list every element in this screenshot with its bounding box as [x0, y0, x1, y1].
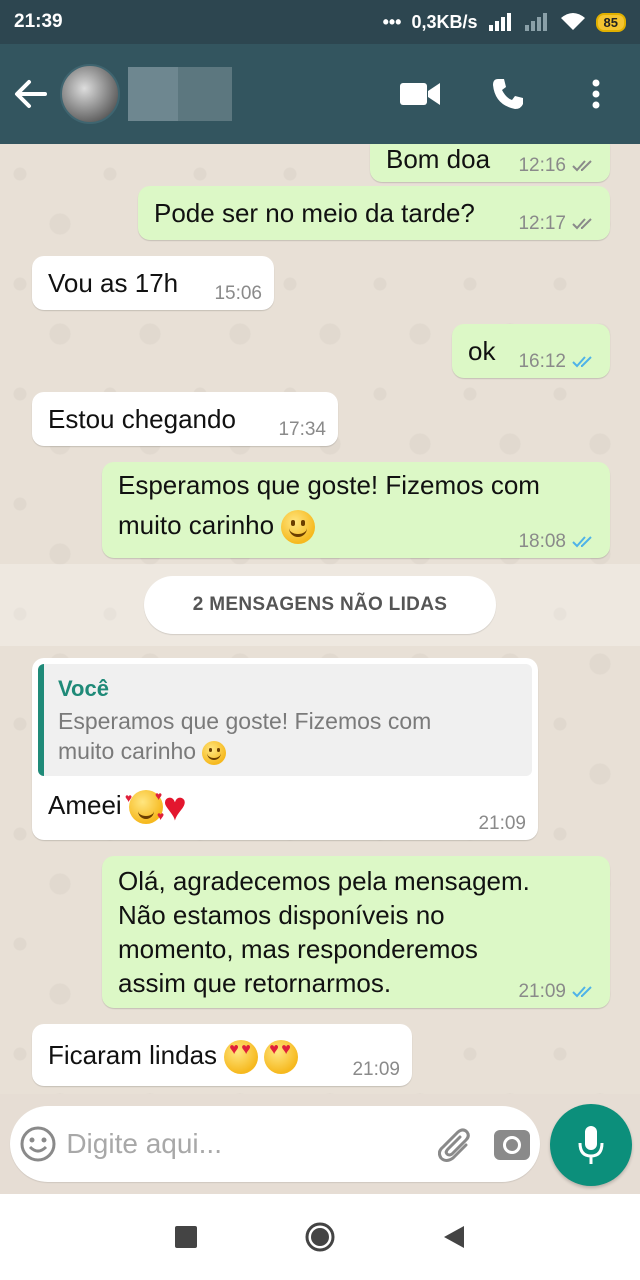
message-outgoing[interactable]: ok 16:12 [452, 324, 610, 378]
status-bar: 21:39 ••• 0,3KB/s 85 [0, 0, 640, 44]
back-arrow-icon [15, 80, 47, 108]
message-outgoing[interactable]: Olá, agradecemos pela mensagem. Não esta… [102, 856, 610, 1008]
quote-text: Esperamos que goste! Fizemos com muito c… [58, 708, 432, 765]
message-time: 18:08 [518, 531, 566, 552]
message-meta: 17:34 [278, 420, 326, 440]
smiling-face-with-hearts-emoji: ♥ ♥ ♥ [124, 789, 165, 825]
message-text-line: assim que retornarmos. [118, 968, 392, 998]
contact-name[interactable] [128, 67, 232, 121]
double-check-icon [572, 218, 592, 230]
home-button[interactable] [253, 1194, 387, 1280]
message-text: Ficaram lindas [32, 1038, 299, 1075]
red-heart-emoji: ♥ [162, 785, 187, 830]
more-options-button[interactable] [552, 44, 640, 144]
message-text: Estou chegando [48, 404, 236, 434]
heart-eyes-emoji [264, 1040, 299, 1075]
message-time: 21:09 [352, 1059, 400, 1080]
quoted-message[interactable]: Você Esperamos que goste! Fizemos com mu… [38, 664, 532, 776]
message-outgoing[interactable]: Pode ser no meio da tarde? 12:17 [138, 186, 610, 240]
network-speed: 0,3KB/s [411, 11, 478, 32]
message-time: 16:12 [518, 351, 566, 372]
message-text: ok [468, 336, 496, 366]
message-input[interactable] [66, 1128, 428, 1160]
message-meta: 15:06 [214, 284, 262, 304]
avatar[interactable] [60, 64, 120, 124]
message-input-box [10, 1106, 540, 1182]
attach-icon [438, 1128, 471, 1162]
double-check-icon [572, 160, 592, 172]
message-time: 15:06 [214, 283, 262, 304]
phone-call-button[interactable] [464, 44, 552, 144]
message-time: 12:16 [518, 155, 566, 176]
chat-header [0, 44, 640, 144]
chat-messages[interactable]: Bom doa 12:16 Pode ser no meio da tarde?… [0, 144, 640, 1094]
message-text-line: Esperamos que goste! Fizemos com [118, 470, 540, 500]
back-icon [444, 1226, 464, 1248]
message-outgoing[interactable]: Esperamos que goste! Fizemos com muito c… [102, 462, 610, 558]
mic-icon [578, 1126, 604, 1164]
message-text-line: Não estamos disponíveis no [118, 900, 445, 930]
message-meta: 21:09 [478, 814, 526, 834]
message-text: Ameei ♥ ♥ ♥ ♥ [48, 785, 187, 830]
battery-icon: 85 [595, 12, 626, 32]
message-text-line-2: muito carinho [118, 508, 540, 545]
home-icon [305, 1222, 335, 1252]
back-button-nav[interactable] [387, 1194, 521, 1280]
message-text: Olá, agradecemos pela mensagem. Não esta… [102, 864, 530, 1000]
message-incoming[interactable]: Estou chegando 17:34 [32, 392, 338, 446]
message-meta: 21:09 [352, 1060, 400, 1080]
smiling-face-emoji [202, 740, 227, 765]
back-button[interactable] [0, 44, 60, 144]
signal-icon [488, 13, 511, 31]
status-time: 21:39 [14, 11, 63, 32]
message-text-line: Olá, agradecemos pela mensagem. [118, 866, 530, 896]
message-time: 12:17 [518, 213, 566, 234]
double-check-read-icon [572, 986, 592, 998]
message-text-line: momento, mas responderemos [118, 934, 478, 964]
attach-button[interactable] [427, 1106, 483, 1182]
video-call-icon [400, 83, 440, 105]
emoji-icon [20, 1126, 56, 1162]
wifi-icon [560, 13, 585, 30]
message-time: 21:09 [518, 981, 566, 1002]
dots-icon: ••• [382, 11, 402, 32]
video-call-button[interactable] [376, 44, 464, 144]
message-incoming[interactable]: Ficaram lindas 21:09 [32, 1024, 412, 1086]
smiling-face-emoji [281, 510, 316, 545]
composer [0, 1094, 640, 1194]
camera-button[interactable] [484, 1106, 540, 1182]
message-text: Bom doa [386, 144, 491, 174]
double-check-read-icon [572, 356, 592, 368]
message-meta: 18:08 [518, 532, 598, 552]
recents-button[interactable] [119, 1194, 253, 1280]
message-time: 17:34 [278, 419, 326, 440]
message-outgoing[interactable]: Bom doa 12:16 [370, 144, 610, 182]
message-text: Vou as 17h [48, 268, 179, 298]
phone-icon [493, 79, 523, 109]
message-meta: 12:17 [518, 214, 598, 234]
message-incoming-reply[interactable]: Você Esperamos que goste! Fizemos com mu… [32, 658, 538, 840]
emoji-button[interactable] [10, 1106, 66, 1182]
camera-icon [493, 1130, 530, 1160]
double-check-read-icon [572, 536, 592, 548]
more-vertical-icon [592, 79, 600, 109]
unread-messages-divider: 2 MENSAGENS NÃO LIDAS [144, 576, 496, 634]
message-time: 21:09 [478, 813, 526, 834]
status-indicators: ••• 0,3KB/s 85 [383, 12, 626, 33]
message-text: Pode ser no meio da tarde? [154, 198, 475, 228]
message-meta: 16:12 [518, 352, 598, 372]
heart-eyes-emoji [224, 1040, 259, 1075]
message-incoming[interactable]: Vou as 17h 15:06 [32, 256, 274, 310]
system-navigation-bar [0, 1194, 640, 1280]
message-meta: 21:09 [518, 982, 598, 1002]
voice-message-button[interactable] [550, 1104, 632, 1186]
message-meta: 12:16 [518, 156, 598, 176]
message-text: Esperamos que goste! Fizemos com muito c… [102, 468, 540, 545]
header-actions [376, 44, 640, 144]
quote-author: Você [58, 676, 109, 701]
signal-icon [524, 13, 547, 31]
recents-icon [175, 1226, 197, 1248]
